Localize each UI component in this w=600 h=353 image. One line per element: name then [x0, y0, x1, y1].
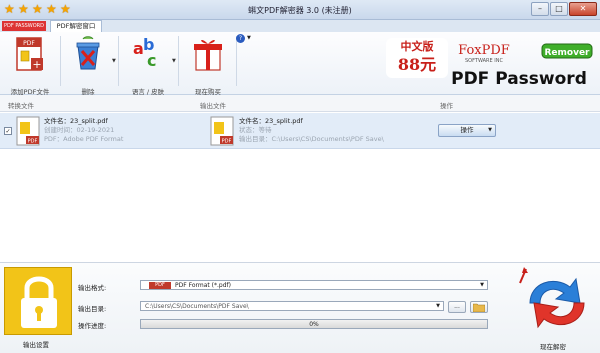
- browse-button[interactable]: ...: [448, 301, 466, 313]
- buy-now-button[interactable]: 现在购买: [180, 36, 236, 96]
- output-dir-value: C:\Users\CS\Documents\PDF Save\: [145, 303, 249, 310]
- output-format-select[interactable]: PDF PDF Format (*.pdf) ▼: [140, 280, 488, 290]
- promo-graphic: 中文版 88元 FoxPDF SOFTWARE INC Remover PDF …: [386, 38, 593, 89]
- action-label: 操作: [460, 126, 474, 134]
- source-created-date: 创建时间：02-19-2021: [44, 126, 115, 134]
- recycle-bin-icon: [76, 36, 100, 70]
- chevron-down-icon: ▼: [436, 303, 440, 309]
- refresh-arrows-icon: [519, 267, 585, 329]
- minimize-button[interactable]: –: [531, 2, 549, 16]
- progress-bar: 0%: [140, 319, 488, 329]
- row-checkbox[interactable]: ✓: [4, 127, 12, 135]
- progress-label: 操作进度:: [78, 322, 107, 330]
- add-pdf-button[interactable]: PDF + 添加PDF文件: [2, 36, 58, 96]
- tab-pdf-decrypt[interactable]: PDF解密窗口: [50, 20, 102, 32]
- toolbar-separator: [178, 36, 179, 86]
- output-settings-panel: 输出设置 输出格式: PDF PDF Format (*.pdf) ▼ 输出目录…: [0, 262, 600, 353]
- output-dir-select[interactable]: C:\Users\CS\Documents\PDF Save\ ▼: [140, 301, 444, 311]
- pdf-file-icon: PDF: [210, 116, 234, 146]
- pdf-file-icon: PDF: [16, 116, 40, 146]
- decrypt-now-button[interactable]: [510, 263, 596, 339]
- abc-language-icon: a b c: [133, 35, 156, 70]
- tab-bar: PDF PASSWORD PDF解密窗口: [0, 20, 600, 32]
- output-format-label: 输出格式:: [78, 284, 107, 292]
- language-skin-button[interactable]: a b c 语言 / 皮肤: [120, 35, 176, 96]
- promo-brand-sub: SOFTWARE INC: [465, 58, 503, 64]
- delete-button[interactable]: 删除: [60, 36, 116, 96]
- header-output-file: 输出文件: [200, 102, 226, 110]
- output-file-name: 文件名：23_split.pdf: [239, 117, 303, 125]
- folder-icon: [472, 303, 486, 313]
- gift-box-icon: [194, 39, 222, 71]
- output-directory: 输出目录：C:\Users\CS\Documents\PDF Save\: [239, 135, 384, 143]
- action-dropdown-button[interactable]: 操作 ▼: [438, 124, 496, 137]
- language-dropdown-icon[interactable]: ▼: [172, 58, 176, 64]
- file-list-header: 转换文件 输出文件 操作: [0, 95, 600, 112]
- maximize-button[interactable]: □: [550, 2, 568, 16]
- chevron-down-icon: ▼: [488, 127, 492, 133]
- output-file-info: 文件名：23_split.pdf 状态：等待 输出目录：C:\Users\CS\…: [239, 117, 384, 144]
- title-bar: ★ ★ ★ ★ ★ 蝌文PDF解密器 3.0 (未注册) – □ ✕: [0, 0, 600, 20]
- svg-text:PDF: PDF: [23, 40, 35, 47]
- output-settings-label: 输出设置: [23, 341, 49, 349]
- promo-edition: 中文版: [401, 39, 434, 53]
- header-action: 操作: [440, 102, 453, 110]
- close-button[interactable]: ✕: [569, 2, 597, 16]
- promo-banner[interactable]: 中文版 88元 FoxPDF SOFTWARE INC Remover PDF …: [386, 34, 596, 92]
- chevron-down-icon: ▼: [480, 282, 484, 288]
- window-title: 蝌文PDF解密器 3.0 (未注册): [248, 6, 352, 15]
- app-logo: PDF PASSWORD: [2, 21, 46, 31]
- svg-text:PDF: PDF: [222, 139, 232, 145]
- header-source-file: 转换文件: [8, 102, 34, 110]
- toolbar: PDF + 添加PDF文件 删除 ▼ a b c 语言 / 皮肤 ▼ 现在购买 …: [0, 32, 600, 96]
- svg-text:c: c: [147, 51, 156, 70]
- source-file-name: 文件名：23_split.pdf: [44, 117, 108, 125]
- promo-product: PDF Password: [451, 69, 587, 89]
- file-row[interactable]: ✓ PDF 文件名：23_split.pdf 创建时间：02-19-2021 P…: [0, 113, 600, 149]
- toolbar-separator: [118, 36, 119, 86]
- delete-dropdown-icon[interactable]: ▼: [112, 58, 116, 64]
- promo-brand: FoxPDF: [458, 43, 510, 58]
- output-status: 状态：等待: [239, 126, 272, 134]
- svg-text:+: +: [32, 58, 41, 71]
- output-format-value: PDF Format (*.pdf): [175, 282, 231, 289]
- promo-remover: Remover: [544, 48, 590, 58]
- toolbar-separator: [236, 36, 237, 86]
- padlock-icon: [21, 276, 57, 328]
- open-folder-button[interactable]: [470, 301, 488, 313]
- source-file-type: PDF：Adobe PDF Format: [44, 135, 124, 143]
- promo-price: 88元: [398, 55, 436, 74]
- help-icon[interactable]: ?: [236, 34, 245, 43]
- source-file-info: 文件名：23_split.pdf 创建时间：02-19-2021 PDF：Ado…: [44, 117, 123, 144]
- decrypt-now-label: 现在解密: [540, 343, 566, 351]
- svg-text:PDF: PDF: [28, 139, 38, 145]
- add-pdf-icon: PDF +: [16, 37, 43, 71]
- output-settings-lock[interactable]: [4, 267, 72, 335]
- help-dropdown-icon[interactable]: ▼: [247, 35, 251, 41]
- pdf-format-icon: PDF: [149, 282, 171, 289]
- progress-text: 0%: [309, 321, 319, 328]
- output-dir-label: 输出目录:: [78, 305, 107, 313]
